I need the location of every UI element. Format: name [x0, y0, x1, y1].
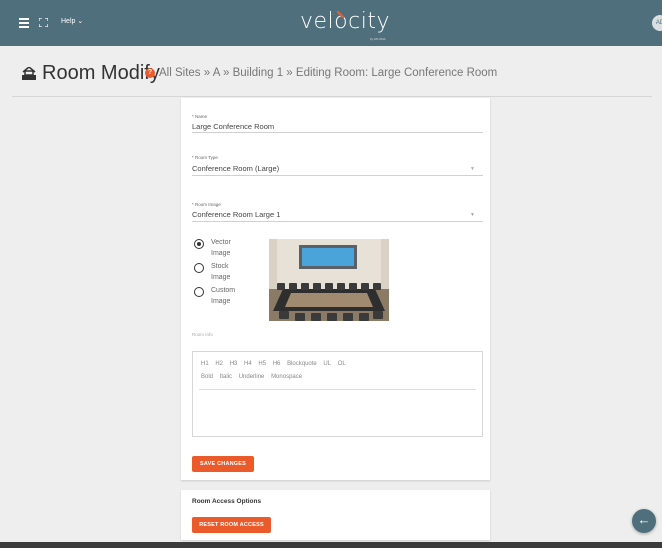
chevron-down-icon[interactable]: ▼ [470, 212, 475, 218]
editor-toolbar-row-1: H1 H2 H3 H4 H5 H6 Blockquote UL OL [201, 361, 351, 367]
reset-room-access-button[interactable]: RESET ROOM ACCESS [192, 517, 271, 533]
back-arrow-icon[interactable]: ← [632, 509, 656, 533]
room-info-label: Room Info [192, 332, 213, 337]
radio-stock-image[interactable] [194, 263, 204, 273]
h4-button[interactable]: H4 [244, 361, 252, 367]
room-form-card: * Name Large Conference Room * Room Type… [181, 98, 490, 480]
save-changes-button[interactable]: SAVE CHANGES [192, 456, 254, 472]
h6-button[interactable]: H6 [273, 361, 281, 367]
h1-button[interactable]: H1 [201, 361, 209, 367]
name-field[interactable]: Large Conference Room [192, 122, 274, 131]
name-underline [192, 132, 483, 133]
page-title: Room Modify [42, 62, 160, 84]
radio-stock-label[interactable]: Stock Image [211, 261, 230, 283]
breadcrumb-current: Editing Room: Large Conference Room [295, 67, 498, 79]
room-info-editor[interactable]: H1 H2 H3 H4 H5 H6 Blockquote UL OL Bold … [192, 351, 483, 437]
avatar[interactable]: AD [652, 15, 662, 31]
editor-divider [199, 389, 476, 390]
breadcrumb-all-sites[interactable]: All Sites [159, 67, 201, 79]
logo-subtext: by ATLONA [370, 37, 386, 41]
room-access-title: Room Access Options [192, 498, 262, 505]
h2-button[interactable]: H2 [215, 361, 223, 367]
blockquote-button[interactable]: Blockquote [287, 361, 317, 367]
monospace-button[interactable]: Monospace [271, 374, 302, 380]
radio-custom-image[interactable] [194, 287, 204, 297]
h5-button[interactable]: H5 [258, 361, 266, 367]
breadcrumb-separator: » [203, 67, 211, 79]
h3-button[interactable]: H3 [230, 361, 238, 367]
room-image-underline [192, 221, 483, 222]
velocity-logo: velocity [300, 9, 390, 34]
ol-button[interactable]: OL [338, 361, 346, 367]
name-label: * Name [192, 114, 208, 119]
ul-button[interactable]: UL [323, 361, 331, 367]
room-image-select[interactable]: Conference Room Large 1 [192, 210, 280, 219]
page-header: Room Modify ? All Sites » A » Building 1… [0, 46, 662, 98]
bold-button[interactable]: Bold [201, 374, 213, 380]
room-type-select[interactable]: Conference Room (Large) [192, 164, 279, 173]
header-divider [12, 96, 652, 97]
fullscreen-icon[interactable] [39, 18, 48, 27]
breadcrumb-building[interactable]: Building 1 [233, 67, 284, 79]
editor-toolbar-row-2: Bold Italic Underline Monospace [201, 374, 307, 380]
room-icon [22, 67, 36, 80]
room-type-label: * Room Type [192, 155, 218, 160]
help-circle-icon[interactable]: ? [145, 68, 155, 78]
help-label: Help [61, 18, 76, 25]
help-menu[interactable]: Help ⌄ [61, 17, 83, 25]
breadcrumb-separator: » [222, 67, 230, 79]
italic-button[interactable]: Italic [220, 374, 232, 380]
breadcrumb-site[interactable]: A [213, 67, 220, 79]
breadcrumb-separator: » [286, 67, 293, 79]
room-image-label: * Room Image [192, 202, 221, 207]
room-image-preview [269, 239, 389, 321]
radio-vector-image[interactable] [194, 239, 204, 249]
room-access-card: Room Access Options RESET ROOM ACCESS [181, 490, 490, 540]
room-type-underline [192, 175, 483, 176]
breadcrumb: All Sites » A » Building 1 » Editing Roo… [159, 67, 497, 79]
chevron-down-icon: ⌄ [77, 18, 84, 25]
radio-vector-label[interactable]: Vector Image [211, 237, 231, 259]
footer-bar [0, 542, 662, 548]
top-bar: Help ⌄ velocity by ATLONA AD [0, 0, 662, 46]
chevron-down-icon[interactable]: ▼ [470, 166, 475, 172]
underline-button[interactable]: Underline [239, 374, 265, 380]
menu-icon[interactable] [19, 18, 29, 28]
radio-custom-label[interactable]: Custom Image [211, 285, 235, 307]
